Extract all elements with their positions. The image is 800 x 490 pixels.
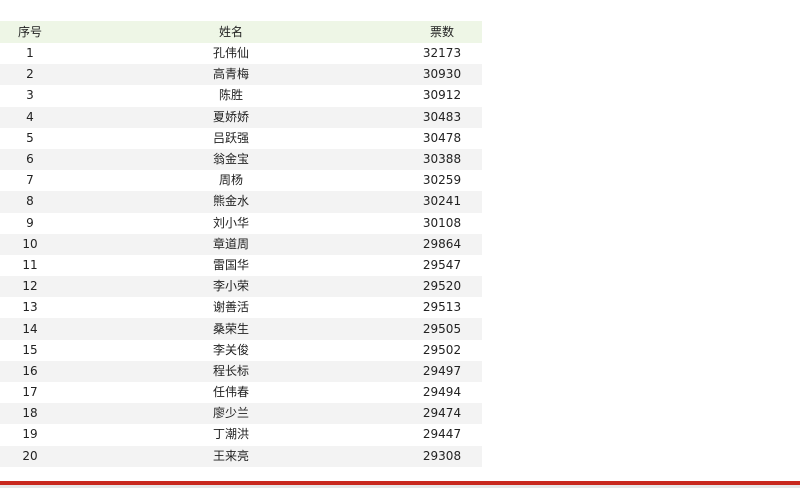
cell-rank: 15 [22,342,38,357]
cell-rank: 18 [22,406,38,421]
cell-rank: 7 [26,173,34,188]
table-row: 5 吕跃强 30478 [0,127,482,149]
cell-votes: 29497 [422,363,462,378]
cell-name: 高青梅 [212,67,249,82]
cell-rank: 10 [22,236,38,251]
table-row: 4 夏娇娇 30483 [0,106,482,128]
cell-votes: 30241 [422,194,462,209]
cell-name: 夏娇娇 [212,109,249,124]
cell-name: 程长标 [212,363,249,378]
cell-rank: 3 [26,88,34,103]
cell-votes: 29547 [422,257,462,272]
table-row: 12 李小荣 29520 [0,276,482,298]
table-row: 16 程长标 29497 [0,360,482,382]
cell-name: 孔伟仙 [212,46,249,61]
cell-rank: 4 [26,109,34,124]
cell-rank: 20 [22,448,38,463]
cell-rank: 5 [26,130,34,145]
page: 序号 姓名 票数 1 孔伟仙 32173 2 高青梅 30930 3 陈胜 30912 4 夏娇娇 3… [0,0,800,490]
cell-rank: 2 [26,67,34,82]
cell-votes: 30930 [422,67,462,82]
cell-votes: 29308 [422,448,462,463]
cell-votes: 30478 [422,130,462,145]
table-row: 15 李关俊 29502 [0,339,482,361]
cell-rank: 1 [26,46,34,61]
cell-votes: 32173 [422,46,462,61]
cell-name: 刘小华 [212,215,249,230]
header-name: 姓名 [218,25,243,39]
cell-name: 任伟春 [212,385,249,400]
table-row: 17 任伟春 29494 [0,382,482,404]
table-row: 2 高青梅 30930 [0,64,482,86]
cell-name: 王来亮 [212,448,249,463]
cell-rank: 6 [26,152,34,167]
cell-rank: 16 [22,363,38,378]
cell-rank: 11 [22,257,38,272]
header-votes: 票数 [429,25,454,39]
cell-rank: 17 [22,385,38,400]
cell-name: 李小荣 [212,279,249,294]
cell-votes: 29864 [422,236,462,251]
cell-name: 周杨 [218,173,243,188]
cell-votes: 30259 [422,173,462,188]
cell-name: 熊金水 [212,194,249,209]
cell-rank: 12 [22,279,38,294]
cell-rank: 9 [26,215,34,230]
cell-votes: 29505 [422,321,462,336]
table-row: 11 雷国华 29547 [0,254,482,277]
cell-name: 丁潮洪 [212,427,249,442]
cell-rank: 14 [22,321,38,336]
table-row: 19 丁潮洪 29447 [0,424,482,446]
cell-votes: 30483 [422,109,462,124]
cell-name: 李关俊 [212,342,249,357]
table-row: 6 翁金宝 30388 [0,148,482,171]
table-row: 13 谢善活 29513 [0,297,482,319]
cell-name: 廖少兰 [212,406,249,421]
cell-rank: 19 [22,427,38,442]
cell-votes: 30108 [422,215,462,230]
table-row: 8 熊金水 30241 [0,191,482,213]
table-row: 20 王来亮 29308 [0,445,482,467]
cell-votes: 29520 [422,279,462,294]
cell-votes: 30388 [422,152,462,167]
cell-name: 陈胜 [218,88,243,103]
cell-rank: 8 [26,194,34,209]
cell-name: 雷国华 [212,257,249,272]
bottom-divider-shadow [0,485,800,488]
table-body: 1 孔伟仙 32173 2 高青梅 30930 3 陈胜 30912 4 夏娇娇 30483 5 吕跃强 3… [0,43,482,467]
cell-rank: 13 [22,300,38,315]
cell-name: 章道周 [212,236,249,251]
cell-votes: 29474 [422,406,462,421]
table-row: 10 章道周 29864 [0,233,482,255]
table-row: 18 廖少兰 29474 [0,403,482,425]
table-row: 3 陈胜 30912 [0,85,482,107]
header-rank: 序号 [17,25,42,39]
table-row: 1 孔伟仙 32173 [0,43,482,65]
cell-votes: 29494 [422,385,462,400]
cell-votes: 29513 [422,300,462,315]
cell-name: 桑荣生 [212,321,249,336]
cell-votes: 29502 [422,342,462,357]
table-row: 7 周杨 30259 [0,170,482,192]
table-row: 14 桑荣生 29505 [0,318,482,340]
cell-votes: 30912 [422,88,462,103]
header-row: 序号 姓名 票数 [0,21,482,43]
cell-name: 吕跃强 [212,130,249,145]
cell-votes: 29447 [422,427,462,442]
table-row: 9 刘小华 30108 [0,212,482,234]
cell-name: 翁金宝 [212,152,249,167]
vote-ranking-table: 序号 姓名 票数 1 孔伟仙 32173 2 高青梅 30930 3 陈胜 30912 4 夏娇娇 3… [0,21,482,467]
cell-name: 谢善活 [212,300,249,315]
table-header: 序号 姓名 票数 [0,21,482,43]
